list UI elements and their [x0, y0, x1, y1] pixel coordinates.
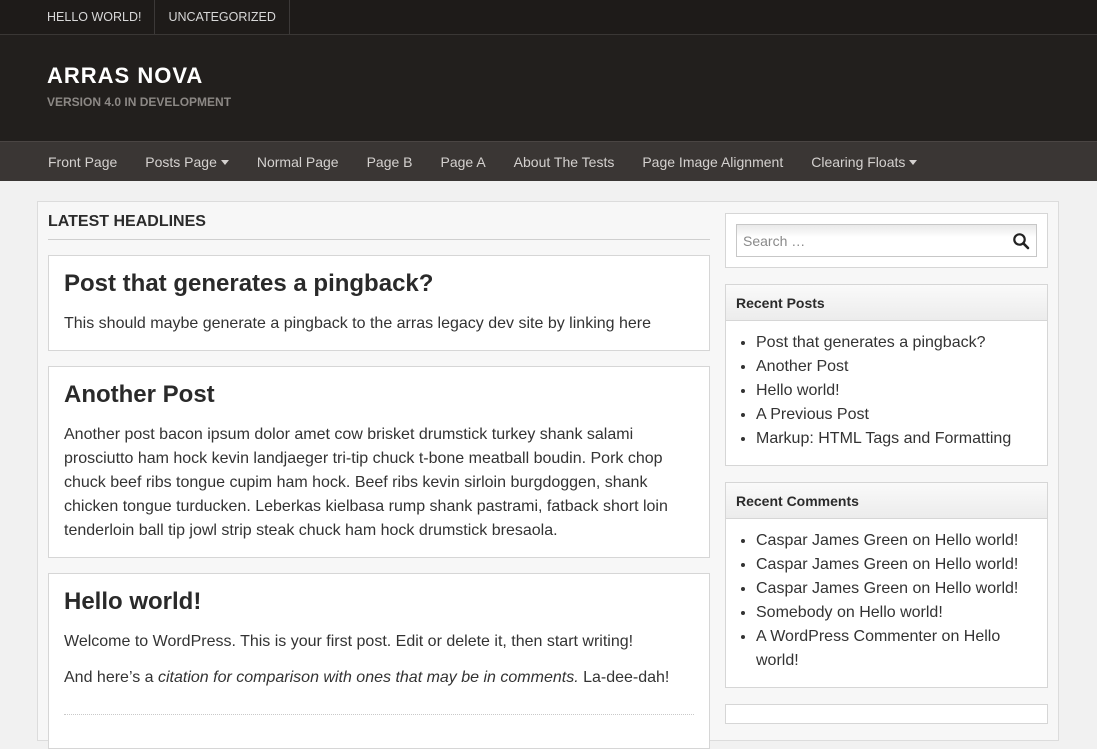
- post-title[interactable]: Post that generates a pingback?: [64, 270, 694, 298]
- comment-on-text: on: [908, 556, 935, 573]
- site-title[interactable]: ARRAS NOVA: [47, 63, 1097, 89]
- comment-post-link[interactable]: Hello world!: [935, 556, 1019, 573]
- comment-author-link[interactable]: Caspar James Green: [756, 556, 908, 573]
- recent-post-link[interactable]: Hello world!: [756, 382, 840, 399]
- comment-post-link[interactable]: Hello world!: [935, 532, 1019, 549]
- post-card: Hello world! Welcome to WordPress. This …: [48, 573, 710, 749]
- top-menu-item-hello-world[interactable]: HELLO WORLD!: [34, 0, 156, 34]
- nav-item-posts-page[interactable]: Posts Page: [131, 142, 243, 181]
- post-title[interactable]: Another Post: [64, 381, 694, 409]
- recent-post-link[interactable]: A Previous Post: [756, 406, 869, 423]
- recent-comments-widget: Recent Comments Caspar James Green on He…: [725, 482, 1048, 688]
- recent-post-link[interactable]: Another Post: [756, 358, 849, 375]
- site-header: ARRAS NOVA VERSION 4.0 IN DEVELOPMENT: [0, 35, 1097, 141]
- comment-on-text: on: [908, 580, 935, 597]
- post-excerpt: This should maybe generate a pingback to…: [64, 315, 652, 332]
- list-item: Caspar James Green on Hello world!: [756, 529, 1037, 553]
- comment-on-text: on: [937, 628, 964, 645]
- sidebar: Recent Posts Post that generates a pingb…: [725, 213, 1048, 724]
- recent-post-link[interactable]: Markup: HTML Tags and Formatting: [756, 430, 1011, 447]
- search-icon[interactable]: [1012, 232, 1030, 250]
- recent-post-link[interactable]: Post that generates a pingback?: [756, 334, 986, 351]
- nav-item-label: Page B: [366, 153, 413, 170]
- comment-post-link[interactable]: Hello world!: [859, 604, 943, 621]
- citation-text: citation for comparison with ones that m…: [158, 669, 579, 686]
- comment-author-link[interactable]: A WordPress Commenter: [756, 628, 937, 645]
- nav-item-about-the-tests[interactable]: About The Tests: [500, 142, 629, 181]
- list-item: Post that generates a pingback?: [756, 331, 1037, 355]
- nav-item-label: Page A: [440, 153, 486, 170]
- post-excerpt-citation: And here’s a citation for comparison wit…: [64, 666, 694, 690]
- list-item: Another Post: [756, 355, 1037, 379]
- comment-author-link[interactable]: Caspar James Green: [756, 532, 908, 549]
- caret-down-icon: [220, 160, 229, 165]
- post-card: Post that generates a pingback? This sho…: [48, 255, 710, 351]
- nav-item-page-a[interactable]: Page A: [427, 142, 500, 181]
- post-divider: [64, 714, 694, 734]
- comment-on-text: on: [832, 604, 860, 621]
- nav-item-page-image-alignment[interactable]: Page Image Alignment: [628, 142, 797, 181]
- comment-post-link[interactable]: Hello world!: [935, 580, 1019, 597]
- nav-item-label: Normal Page: [256, 153, 339, 170]
- section-title: LATEST HEADLINES: [48, 202, 710, 240]
- post-card: Another Post Another post bacon ipsum do…: [48, 366, 710, 558]
- post-title[interactable]: Hello world!: [64, 588, 694, 616]
- citation-post: La-dee-dah!: [578, 669, 670, 686]
- nav-item-front-page[interactable]: Front Page: [34, 142, 131, 181]
- post-excerpt: Welcome to WordPress. This is your first…: [64, 633, 634, 650]
- nav-item-label: About The Tests: [513, 153, 615, 170]
- main-content: LATEST HEADLINES Post that generates a p…: [48, 202, 710, 749]
- list-item: Markup: HTML Tags and Formatting: [756, 427, 1037, 451]
- list-item: Somebody on Hello world!: [756, 601, 1037, 625]
- nav-item-label: Page Image Alignment: [642, 153, 784, 170]
- comment-author-link[interactable]: Somebody: [756, 604, 833, 621]
- citation-pre: And here’s a: [64, 669, 158, 686]
- site-description: VERSION 4.0 IN DEVELOPMENT: [47, 95, 232, 109]
- caret-down-icon: [909, 160, 918, 165]
- recent-posts-widget: Recent Posts Post that generates a pingb…: [725, 284, 1048, 466]
- main-nav: Front Page Posts Page Normal Page Page B…: [0, 141, 1097, 181]
- content-wrapper: LATEST HEADLINES Post that generates a p…: [37, 201, 1059, 749]
- search-field-wrapper: [736, 224, 1037, 257]
- list-item: Caspar James Green on Hello world!: [756, 577, 1037, 601]
- list-item: A Previous Post: [756, 403, 1037, 427]
- comment-author-link[interactable]: Caspar James Green: [756, 580, 908, 597]
- nav-item-clearing-floats[interactable]: Clearing Floats: [797, 142, 931, 181]
- nav-item-page-b[interactable]: Page B: [353, 142, 427, 181]
- top-menu: HELLO WORLD! UNCATEGORIZED: [0, 0, 1097, 35]
- nav-item-label: Clearing Floats: [811, 153, 906, 170]
- list-item: Caspar James Green on Hello world!: [756, 553, 1037, 577]
- search-widget: [725, 213, 1048, 268]
- list-item: A WordPress Commenter on Hello world!: [756, 625, 1037, 673]
- nav-item-normal-page[interactable]: Normal Page: [243, 142, 353, 181]
- widget-partial: [725, 704, 1048, 724]
- widget-title: Recent Comments: [726, 483, 1047, 519]
- post-excerpt: Another post bacon ipsum dolor amet cow …: [64, 426, 668, 539]
- nav-item-label: Front Page: [48, 153, 118, 170]
- recent-posts-list: Post that generates a pingback? Another …: [726, 321, 1047, 465]
- comment-on-text: on: [908, 532, 935, 549]
- widget-title: Recent Posts: [726, 285, 1047, 321]
- nav-item-label: Posts Page: [145, 153, 217, 170]
- list-item: Hello world!: [756, 379, 1037, 403]
- top-menu-item-uncategorized[interactable]: UNCATEGORIZED: [155, 0, 290, 34]
- search-input[interactable]: [737, 225, 1036, 256]
- recent-comments-list: Caspar James Green on Hello world! Caspa…: [726, 519, 1047, 687]
